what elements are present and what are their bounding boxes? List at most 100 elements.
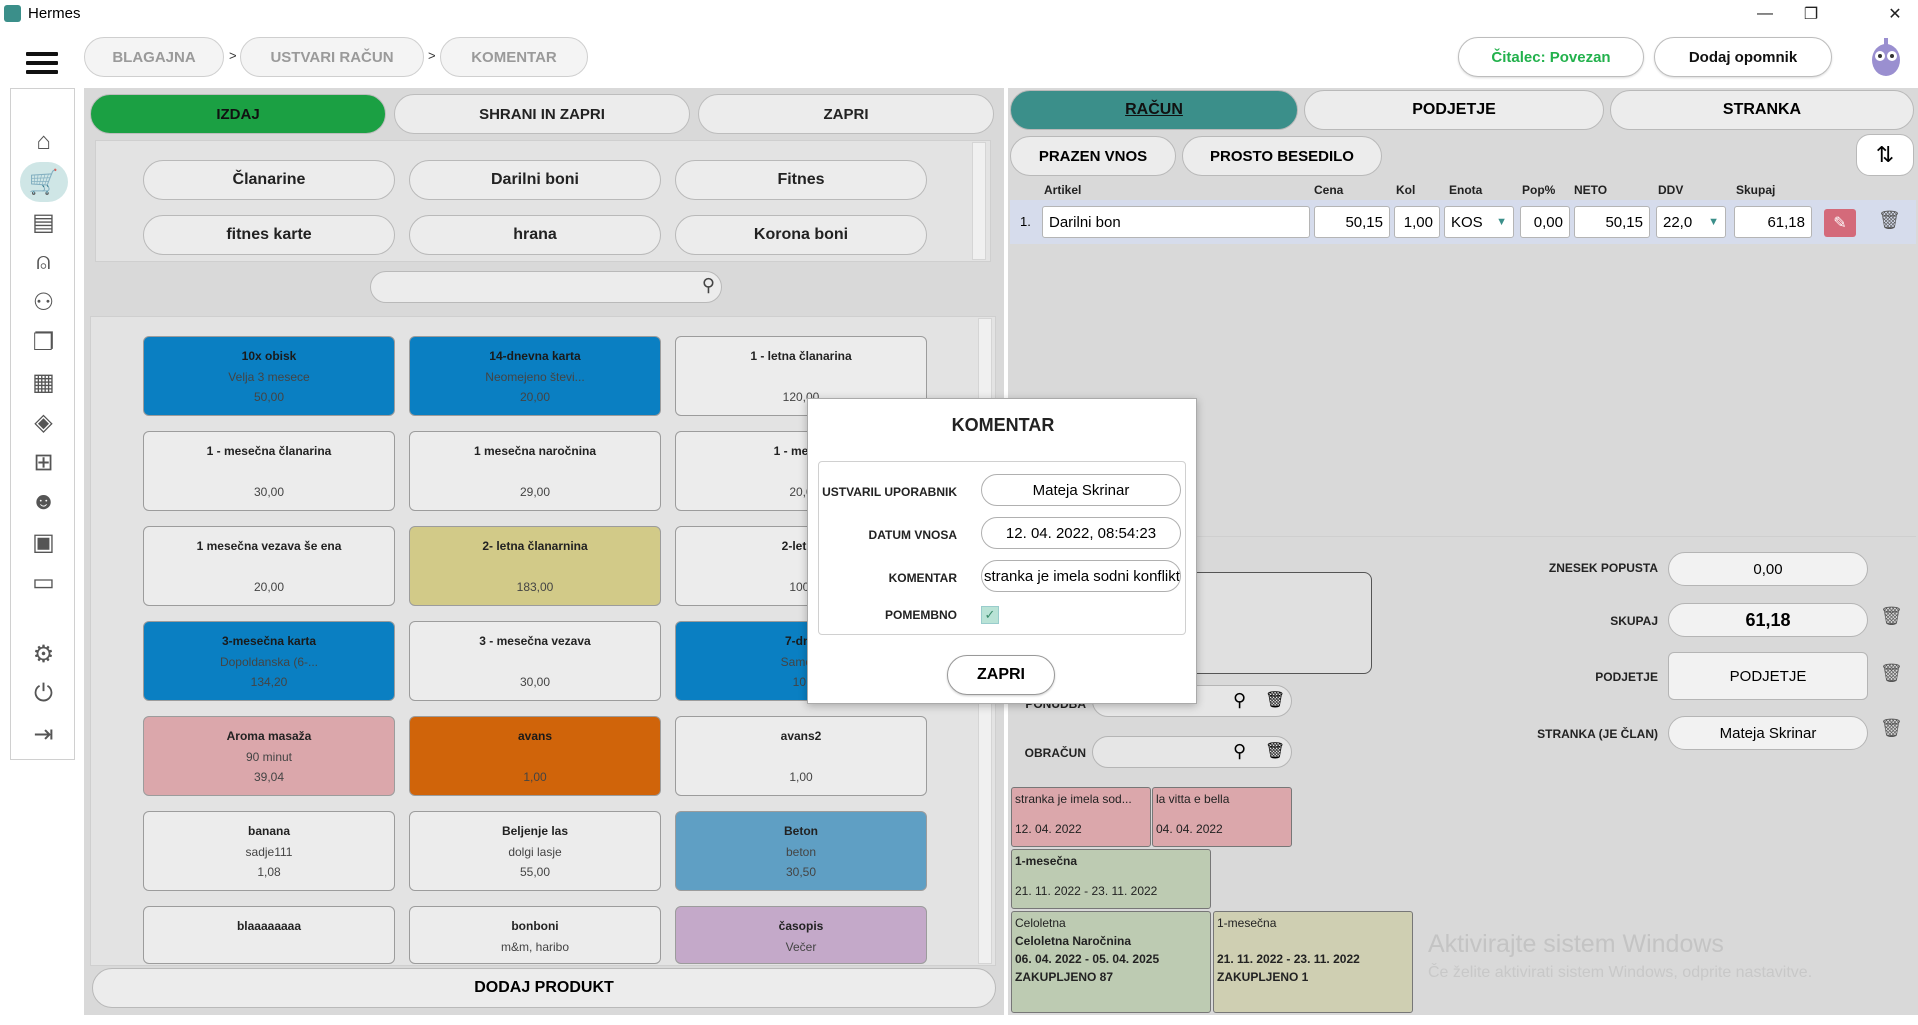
product-tile[interactable]: 10x obisk Velja 3 mesece 50,00	[143, 336, 395, 416]
quantity-field[interactable]: 1,00	[1394, 206, 1440, 238]
product-tile[interactable]: 1 - mesečna članarina 30,00	[143, 431, 395, 511]
search-icon[interactable]: ⚲	[702, 275, 715, 296]
breadcrumb-komentar[interactable]: KOMENTAR	[440, 37, 588, 77]
vat-select[interactable]: 22,0 ▼	[1656, 206, 1726, 238]
power-icon[interactable]: ⏻	[11, 677, 76, 711]
total-field[interactable]: 61,18	[1734, 206, 1812, 238]
home-icon[interactable]: ⌂	[11, 125, 76, 159]
product-tile[interactable]: Beljenje las dolgi lasje 55,00	[409, 811, 661, 891]
user-icon[interactable]: ⍝	[11, 245, 76, 279]
category-scrollbar[interactable]	[972, 142, 986, 260]
product-tile[interactable]: blaaaaaaaa	[143, 906, 395, 964]
trash-icon[interactable]: 🗑	[1880, 606, 1903, 627]
tab-invoice[interactable]: RAČUN	[1010, 90, 1298, 130]
company-field[interactable]: PODJETJE	[1668, 652, 1868, 700]
dialog-close-button[interactable]: ZAPRI	[947, 655, 1055, 695]
category-button[interactable]: fitnes karte	[143, 215, 395, 255]
comment-card[interactable]: stranka je imela sod... 12. 04. 2022	[1011, 787, 1151, 847]
issue-button[interactable]: IZDAJ	[90, 94, 386, 134]
close-button[interactable]: ZAPRI	[698, 94, 994, 134]
minimize-button[interactable]: —	[1742, 0, 1788, 28]
net-field[interactable]: 50,15	[1574, 206, 1650, 238]
product-name: avans	[517, 729, 553, 743]
empty-entry-button[interactable]: PRAZEN VNOS	[1010, 136, 1176, 176]
membership-card[interactable]: 1-mesečna 21. 11. 2022 - 23. 11. 2022 ZAKU…	[1213, 911, 1413, 1013]
search-icon[interactable]: ⚲	[1233, 690, 1246, 711]
chat-icon[interactable]: ▭	[11, 565, 76, 599]
user-field[interactable]: Mateja Skrinar	[981, 474, 1181, 506]
tab-customer[interactable]: STRANKA	[1610, 90, 1914, 130]
breadcrumb-blagajna[interactable]: BLAGAJNA	[84, 37, 224, 77]
price-field[interactable]: 50,15	[1314, 206, 1390, 238]
edit-icon[interactable]: ✎	[1824, 209, 1856, 237]
save-close-button[interactable]: SHRANI IN ZAPRI	[394, 94, 690, 134]
category-button[interactable]: Članarine	[143, 160, 395, 200]
close-window-button[interactable]: ✕	[1872, 0, 1918, 28]
logout-icon[interactable]: ⇥	[11, 717, 76, 751]
product-tile[interactable]: banana sadje111 1,08	[143, 811, 395, 891]
product-search-input[interactable]: ⚲	[370, 271, 722, 303]
product-tile[interactable]: 1 mesečna naročnina 29,00	[409, 431, 661, 511]
calendar-icon[interactable]: ▦	[11, 365, 76, 399]
product-tile[interactable]: 3-mesečna karta Dopoldanska (6-... 134,20	[143, 621, 395, 701]
product-tile[interactable]: avans 1,00	[409, 716, 661, 796]
membership-card[interactable]: Celoletna Celoletna Naročnina 06. 04. 2022…	[1011, 911, 1211, 1013]
product-tile[interactable]: avans2 1,00	[675, 716, 927, 796]
unit-select[interactable]: KOS ▼	[1444, 206, 1514, 238]
add-product-button[interactable]: DODAJ PRODUKT	[92, 968, 996, 1008]
free-text-button[interactable]: PROSTO BESEDILO	[1182, 136, 1382, 176]
briefcase-icon[interactable]: ▣	[11, 525, 76, 559]
product-price	[410, 960, 660, 963]
document-icon[interactable]: ▤	[11, 205, 76, 239]
layers-icon[interactable]: ◈	[11, 405, 76, 439]
documents-icon[interactable]: ❐	[11, 325, 76, 359]
category-button[interactable]: Fitnes	[675, 160, 927, 200]
category-button[interactable]: hrana	[409, 215, 661, 255]
users-icon[interactable]: ⚇	[11, 285, 76, 319]
product-price: 39,04	[253, 770, 285, 784]
product-tile[interactable]: 2- letna članarnina 183,00	[409, 526, 661, 606]
article-field[interactable]: Darilni bon	[1042, 206, 1310, 238]
product-tile[interactable]: Aroma masaža 90 minut 39,04	[143, 716, 395, 796]
comment-card[interactable]: la vitta e bella 04. 04. 2022	[1152, 787, 1292, 847]
customer-field[interactable]: Mateja Skrinar	[1668, 716, 1868, 750]
comment-dialog: KOMENTAR USTVARIL UPORABNIK Mateja Skrin…	[807, 398, 1197, 704]
comment-field[interactable]: stranka je imela sodni konflikt	[981, 560, 1181, 592]
membership-card[interactable]: 1-mesečna 21. 11. 2022 - 23. 11. 2022	[1011, 849, 1211, 909]
trash-icon[interactable]: 🗑	[1878, 210, 1901, 231]
tab-company[interactable]: PODJETJE	[1304, 90, 1604, 130]
important-checkbox[interactable]: ✓	[981, 606, 999, 624]
sort-icon[interactable]: ⇅	[1856, 134, 1914, 176]
trash-icon[interactable]: 🗑	[1265, 690, 1285, 710]
category-button[interactable]: Korona boni	[675, 215, 927, 255]
search-icon[interactable]: ⚲	[1233, 741, 1246, 762]
gear-icon[interactable]: ⚙	[11, 637, 76, 671]
trash-icon[interactable]: 🗑	[1880, 718, 1903, 739]
app-icon	[4, 5, 21, 22]
hierarchy-icon[interactable]: ⊞	[11, 445, 76, 479]
trash-icon[interactable]: 🗑	[1265, 741, 1285, 761]
user-label: USTVARIL UPORABNIK	[822, 485, 957, 499]
worker-icon[interactable]: ☻	[11, 485, 76, 519]
product-price: 183,00	[516, 580, 554, 594]
date-field[interactable]: 12. 04. 2022, 08:54:23	[981, 517, 1181, 549]
discount-field[interactable]: 0,00	[1520, 206, 1570, 238]
avatar[interactable]	[1866, 36, 1906, 78]
cart-icon[interactable]: 🛒	[11, 162, 76, 202]
product-tile[interactable]: 3 - mesečna vezava 30,00	[409, 621, 661, 701]
add-reminder-button[interactable]: Dodaj opomnik	[1654, 37, 1832, 77]
product-tile[interactable]: Beton beton 30,50	[675, 811, 927, 891]
breadcrumb-ustvari-racun[interactable]: USTVARI RAČUN	[240, 37, 424, 77]
trash-icon[interactable]: 🗑	[1880, 663, 1903, 684]
reader-status-button[interactable]: Čitalec: Povezan	[1458, 37, 1644, 77]
product-tile[interactable]: 14-dnevna karta Neomejeno števi... 20,00	[409, 336, 661, 416]
product-tile[interactable]: časopis Večer	[675, 906, 927, 964]
billing-search-input[interactable]: ⚲ 🗑	[1092, 736, 1292, 768]
product-tile[interactable]: bonboni m&m, haribo	[409, 906, 661, 964]
date-label: DATUM VNOSA	[868, 528, 957, 542]
discount-amount-field[interactable]: 0,00	[1668, 552, 1868, 586]
category-button[interactable]: Darilni boni	[409, 160, 661, 200]
menu-icon[interactable]	[26, 52, 58, 74]
product-tile[interactable]: 1 mesečna vezava še ena 20,00	[143, 526, 395, 606]
maximize-button[interactable]: ❐	[1788, 0, 1834, 28]
